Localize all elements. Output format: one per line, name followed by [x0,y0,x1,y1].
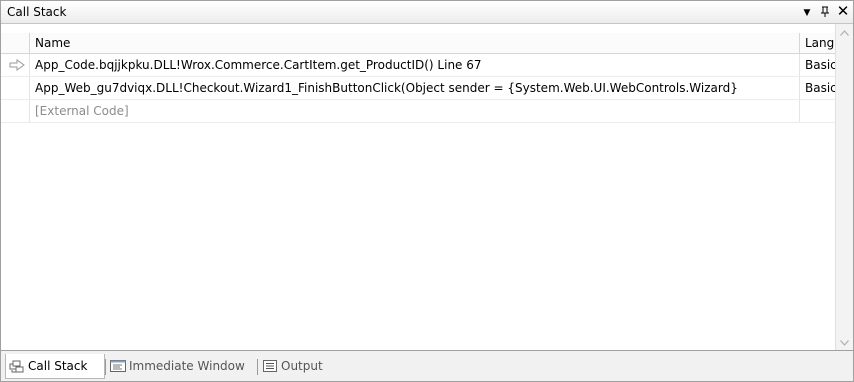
column-header-name[interactable]: Name [35,36,795,50]
tab-label: Immediate Window [129,359,245,373]
window-title: Call Stack [7,5,67,19]
cell-divider [799,77,800,99]
tab-divider [105,359,106,375]
header-gutter [1,33,30,53]
auto-hide-pin-icon[interactable] [817,3,833,20]
current-frame-arrow-icon [9,59,25,71]
tool-window-tabs: Call Stack Immediate Window Output [1,350,853,381]
frame-language: Basic [805,58,836,72]
vertical-scrollbar[interactable] [835,24,853,351]
call-stack-grid: Name Langu App_Code.bqjjkpku.DLL!Wrox.Co… [1,24,836,351]
output-icon [263,360,277,372]
close-icon[interactable]: ✕ [835,3,851,20]
column-header-language[interactable]: Langu [805,36,836,50]
title-bar: Call Stack ▼ ✕ [1,1,853,24]
tab-call-stack[interactable]: Call Stack [5,354,105,379]
frame-name: [External Code] [35,104,129,118]
column-divider[interactable] [799,33,800,53]
tab-divider [257,359,258,375]
immediate-window-icon [110,360,126,372]
call-stack-row[interactable]: [External Code] [1,100,836,123]
frame-language: Basic [805,81,836,95]
row-gutter [1,54,30,76]
call-stack-icon [9,360,24,373]
tab-immediate-window[interactable]: Immediate Window [108,354,256,378]
scroll-up-icon[interactable] [836,24,853,41]
frame-name: App_Web_gu7dviqx.DLL!Checkout.Wizard1_Fi… [35,81,738,95]
column-header-row: Name Langu [1,33,836,54]
call-stack-row[interactable]: App_Web_gu7dviqx.DLL!Checkout.Wizard1_Fi… [1,77,836,100]
tab-output[interactable]: Output [260,354,330,378]
call-stack-row[interactable]: App_Code.bqjjkpku.DLL!Wrox.Commerce.Cart… [1,54,836,77]
frame-name: App_Code.bqjjkpku.DLL!Wrox.Commerce.Cart… [35,58,482,72]
scroll-down-icon[interactable] [836,334,853,351]
window-position-dropdown-icon[interactable]: ▼ [799,5,815,22]
cell-divider [799,100,800,122]
tab-label: Output [281,359,323,373]
call-stack-window: Call Stack ▼ ✕ Name Langu [0,0,854,382]
cell-divider [799,54,800,76]
tab-label: Call Stack [28,359,88,373]
row-gutter [1,77,30,99]
row-gutter [1,100,30,122]
